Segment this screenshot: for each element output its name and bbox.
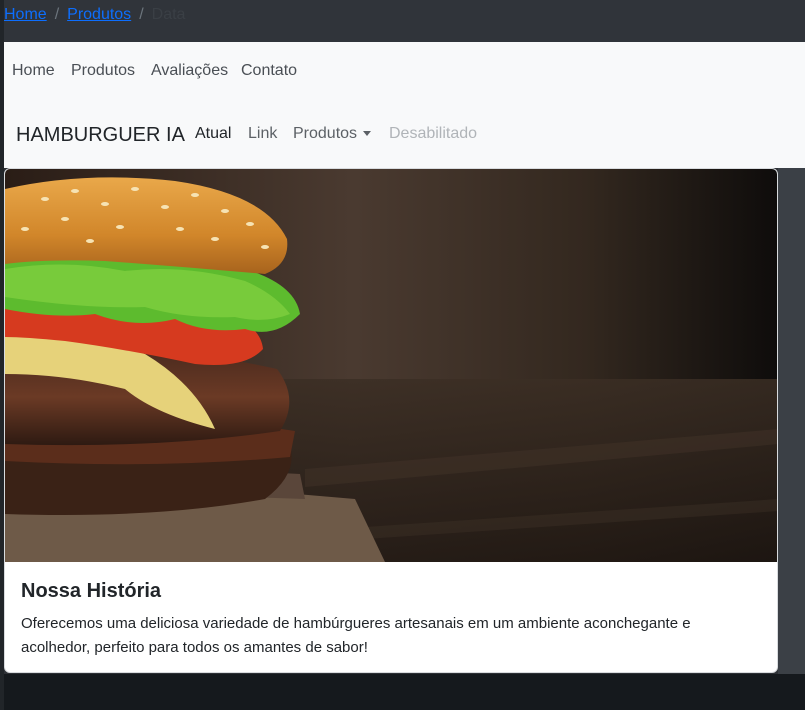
nav-link-disabled: Desabilitado: [389, 125, 478, 142]
breadcrumb-current: Data: [151, 6, 186, 23]
top-nav: Home Produtos Avaliações Contato: [4, 42, 805, 102]
card-title: Nossa História: [21, 580, 162, 602]
navbar: HAMBURGUER IA Atual Link Produtos Desabi…: [4, 102, 805, 168]
top-nav-produtos[interactable]: Produtos: [71, 62, 135, 80]
top-nav-avaliacoes[interactable]: Avaliações: [151, 62, 228, 80]
side-background: [778, 168, 805, 674]
breadcrumb-separator: /: [54, 6, 60, 23]
breadcrumb-produtos[interactable]: Produtos: [67, 6, 131, 23]
page-frame: Home / Produtos / Data Home Produtos Avaliaç…: [4, 0, 805, 710]
bottom-section: [4, 674, 805, 710]
navbar-brand[interactable]: HAMBURGUER IA: [16, 123, 185, 147]
top-nav-home[interactable]: Home: [12, 62, 55, 80]
burger-image: [5, 169, 777, 562]
nav-link-atual[interactable]: Atual: [195, 125, 231, 143]
nav-dropdown-produtos[interactable]: Produtos: [293, 125, 372, 143]
nav-dropdown-label: Produtos: [293, 125, 358, 142]
nav-link-link[interactable]: Link: [248, 125, 277, 143]
breadcrumb-bar: Home / Produtos / Data: [4, 0, 805, 42]
breadcrumb-home[interactable]: Home: [4, 6, 47, 23]
card-text: Oferecemos uma deliciosa variedade de ha…: [21, 615, 691, 656]
breadcrumb-separator: /: [139, 6, 144, 23]
caret-down-icon: [363, 131, 372, 137]
top-nav-contato[interactable]: Contato: [241, 62, 297, 80]
story-card: Nossa História Oferecemos uma deliciosa …: [4, 168, 778, 673]
breadcrumb: Home / Produtos / Data: [4, 6, 185, 24]
